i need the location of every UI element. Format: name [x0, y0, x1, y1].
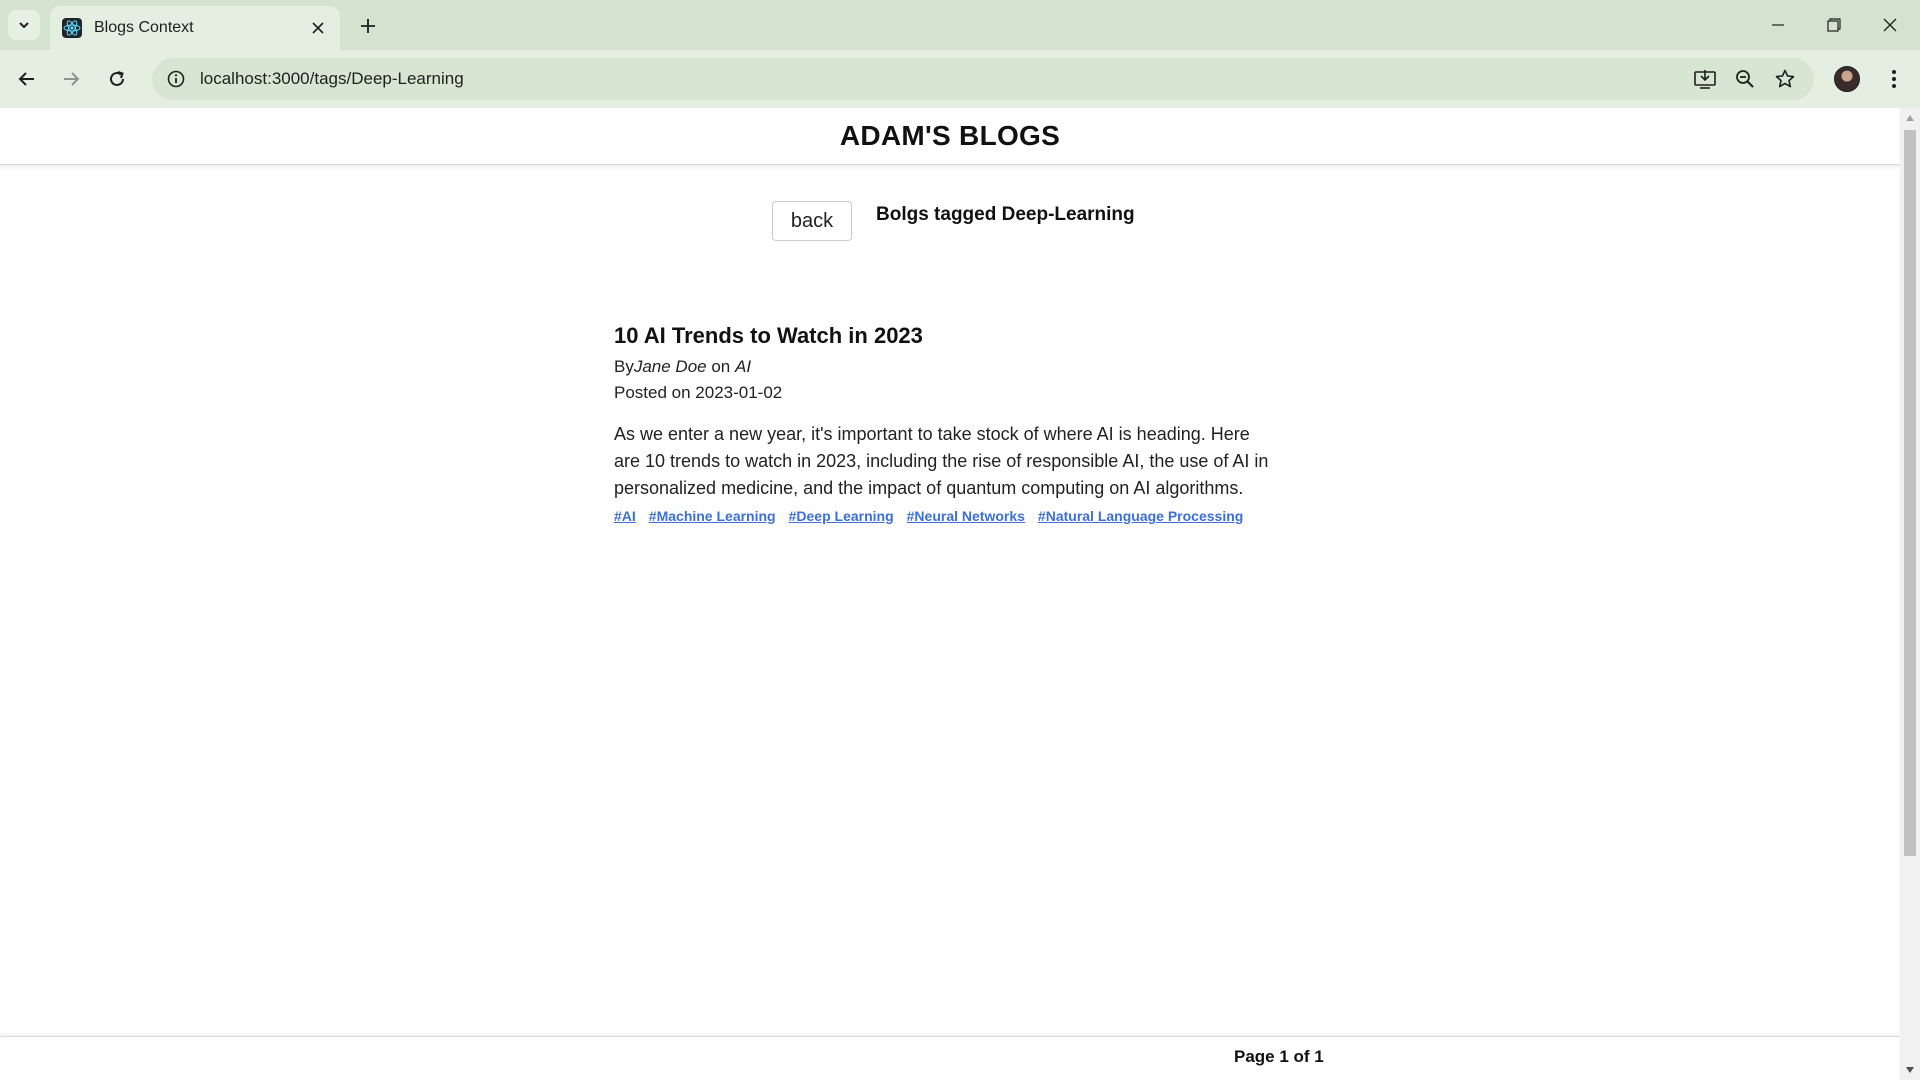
post-tags: #AI #Machine Learning #Deep Learning #Ne… — [614, 508, 1274, 524]
pagination-footer: Page 1 of 1 — [0, 1036, 1900, 1080]
scroll-thumb[interactable] — [1904, 130, 1916, 856]
close-icon — [312, 22, 324, 34]
post-date: Posted on 2023-01-02 — [614, 383, 783, 402]
site-header: ADAM'S BLOGS — [0, 108, 1900, 165]
install-app-button[interactable] — [1690, 64, 1720, 94]
browser-menu-button[interactable] — [1880, 64, 1908, 94]
restore-icon — [1827, 18, 1841, 32]
chevron-down-icon — [19, 22, 29, 29]
plus-icon — [361, 19, 375, 33]
install-icon — [1694, 70, 1716, 89]
tag-link-natural-language-processing[interactable]: #Natural Language Processing — [1038, 508, 1243, 524]
on-word: on — [706, 357, 735, 376]
tag-link-deep-learning[interactable]: #Deep Learning — [789, 508, 894, 524]
post-author: Jane Doe — [633, 357, 707, 376]
tag-link-ai[interactable]: #AI — [614, 508, 636, 524]
site-info-icon[interactable] — [166, 69, 186, 89]
browser-tabstrip: Blogs Context — [0, 0, 1920, 50]
new-tab-button[interactable] — [354, 12, 382, 40]
page-info: Page 1 of 1 — [1234, 1047, 1324, 1066]
restore-button[interactable] — [1806, 0, 1862, 50]
zoom-out-icon — [1736, 70, 1754, 88]
tag-heading: Bolgs tagged Deep-Learning — [876, 204, 1135, 225]
profile-avatar[interactable] — [1834, 66, 1860, 92]
site-title[interactable]: ADAM'S BLOGS — [840, 120, 1060, 152]
page-viewport: ADAM'S BLOGS back Bolgs tagged Deep-Lear… — [0, 108, 1900, 1080]
back-nav-button[interactable] — [12, 64, 42, 94]
bookmark-button[interactable] — [1770, 64, 1800, 94]
post-byline: ByJane Doe on AI — [614, 357, 1274, 377]
tab-title: Blogs Context — [94, 19, 194, 36]
tab-search-button[interactable] — [8, 10, 40, 40]
page-scrollbar[interactable] — [1900, 108, 1920, 1080]
react-favicon-icon — [62, 18, 82, 38]
tag-link-neural-networks[interactable]: #Neural Networks — [907, 508, 1025, 524]
tag-link-machine-learning[interactable]: #Machine Learning — [649, 508, 776, 524]
arrow-left-icon — [18, 72, 34, 86]
tab-close-button[interactable] — [308, 18, 328, 38]
post-excerpt: As we enter a new year, it's important t… — [614, 424, 1269, 498]
tag-controls: back Bolgs tagged Deep-Learning — [772, 201, 1135, 241]
arrow-right-icon — [64, 72, 80, 86]
minimize-icon — [1772, 24, 1784, 26]
forward-nav-button[interactable] — [56, 64, 86, 94]
post-title[interactable]: 10 AI Trends to Watch in 2023 — [614, 323, 1274, 349]
star-icon — [1775, 69, 1795, 88]
scroll-down-button[interactable] — [1904, 1064, 1916, 1076]
triangle-up-icon — [1906, 115, 1914, 121]
reload-icon — [110, 71, 124, 86]
scroll-up-button[interactable] — [1904, 112, 1916, 124]
blog-post: 10 AI Trends to Watch in 2023 ByJane Doe… — [614, 323, 1274, 524]
minimize-button[interactable] — [1750, 0, 1806, 50]
back-button[interactable]: back — [772, 201, 852, 241]
reload-button[interactable] — [102, 64, 132, 94]
address-bar[interactable]: localhost:3000/tags/Deep-Learning — [152, 58, 1814, 100]
more-vertical-icon — [1892, 70, 1896, 88]
by-prefix: By — [614, 357, 634, 376]
zoom-button[interactable] — [1730, 64, 1760, 94]
close-window-button[interactable] — [1862, 0, 1918, 50]
browser-tab[interactable]: Blogs Context — [50, 6, 340, 50]
close-icon — [1883, 18, 1897, 32]
url-text[interactable]: localhost:3000/tags/Deep-Learning — [200, 69, 1814, 89]
post-category: AI — [734, 357, 752, 376]
triangle-down-icon — [1906, 1067, 1914, 1073]
